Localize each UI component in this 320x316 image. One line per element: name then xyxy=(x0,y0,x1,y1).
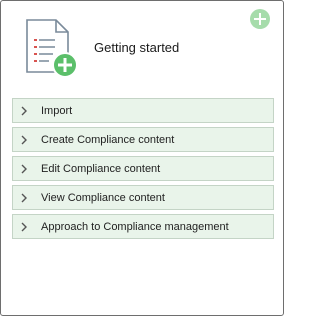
menu-item-label: View Compliance content xyxy=(41,192,165,204)
menu-item-label: Approach to Compliance management xyxy=(41,221,229,233)
menu-item-create-compliance-content[interactable]: Create Compliance content xyxy=(12,127,274,152)
menu-item-label: Create Compliance content xyxy=(41,134,175,146)
menu-item-approach-to-compliance-management[interactable]: Approach to Compliance management xyxy=(12,214,274,239)
chevron-right-icon xyxy=(21,106,27,116)
getting-started-panel: Getting started Import Create Compliance… xyxy=(0,0,284,316)
chevron-right-icon xyxy=(21,222,27,232)
document-add-icon xyxy=(26,19,78,78)
chevron-right-icon xyxy=(21,135,27,145)
chevron-right-icon xyxy=(21,164,27,174)
chevron-right-icon xyxy=(21,193,27,203)
menu-item-edit-compliance-content[interactable]: Edit Compliance content xyxy=(12,156,274,181)
getting-started-menu: Import Create Compliance content Edit Co… xyxy=(12,98,274,243)
add-icon[interactable] xyxy=(250,9,270,29)
page-title: Getting started xyxy=(94,40,180,55)
menu-item-import[interactable]: Import xyxy=(12,98,274,123)
menu-item-label: Edit Compliance content xyxy=(41,163,161,175)
menu-item-label: Import xyxy=(41,105,73,117)
menu-item-view-compliance-content[interactable]: View Compliance content xyxy=(12,185,274,210)
